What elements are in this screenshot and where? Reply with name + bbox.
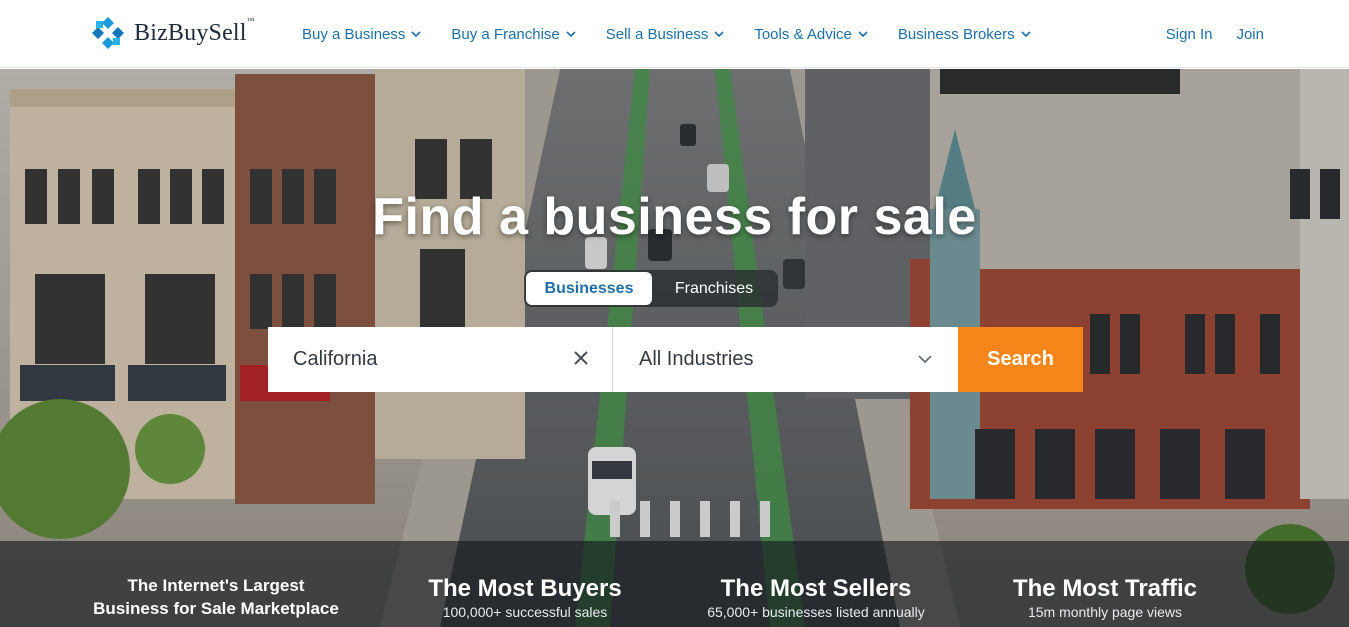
nav-buy-a-franchise[interactable]: Buy a Franchise (451, 26, 576, 43)
search-bar: All Industries Search (268, 327, 1083, 392)
stats-band: The Internet's Largest Business for Sale… (0, 541, 1349, 627)
industry-select-value: All Industries (639, 348, 754, 370)
chevron-down-icon (411, 30, 421, 37)
search-button[interactable]: Search (958, 327, 1083, 392)
main-nav: Buy a Business Buy a Franchise Sell a Bu… (302, 0, 1031, 68)
stat-most-traffic: The Most Traffic 15m monthly page views (1012, 575, 1198, 620)
nav-tools-and-advice[interactable]: Tools & Advice (754, 26, 868, 43)
stat-most-buyers: The Most Buyers 100,000+ successful sale… (428, 575, 622, 620)
hero-title: Find a business for sale (372, 188, 977, 246)
sign-in-link[interactable]: Sign In (1166, 26, 1213, 43)
logo-mark-icon (92, 17, 124, 49)
nav-business-brokers[interactable]: Business Brokers (898, 26, 1031, 43)
location-field (268, 327, 613, 392)
site-header: BizBuySell™ Buy a Business Buy a Franchi… (0, 0, 1349, 68)
stat-marketplace: The Internet's Largest Business for Sale… (93, 576, 339, 618)
clear-x-icon[interactable] (572, 349, 590, 367)
stat-most-sellers: The Most Sellers 65,000+ businesses list… (707, 575, 925, 620)
location-input[interactable] (293, 348, 563, 371)
tab-franchises[interactable]: Franchises (652, 272, 776, 305)
nav-sell-a-business[interactable]: Sell a Business (606, 26, 725, 43)
auth-links: Sign In Join (1166, 0, 1264, 68)
nav-buy-a-business[interactable]: Buy a Business (302, 26, 421, 43)
bizbuysell-logo[interactable]: BizBuySell™ (90, 14, 255, 52)
join-link[interactable]: Join (1236, 26, 1264, 43)
tab-businesses[interactable]: Businesses (526, 272, 652, 305)
chevron-down-icon (918, 355, 932, 364)
industry-select[interactable]: All Industries (613, 327, 958, 392)
logo-text: BizBuySell™ (134, 15, 255, 46)
hero-section: Find a business for sale Businesses Fran… (0, 69, 1349, 627)
chevron-down-icon (1021, 30, 1031, 37)
chevron-down-icon (858, 30, 868, 37)
listing-type-toggle: Businesses Franchises (524, 270, 778, 307)
chevron-down-icon (566, 30, 576, 37)
chevron-down-icon (714, 30, 724, 37)
